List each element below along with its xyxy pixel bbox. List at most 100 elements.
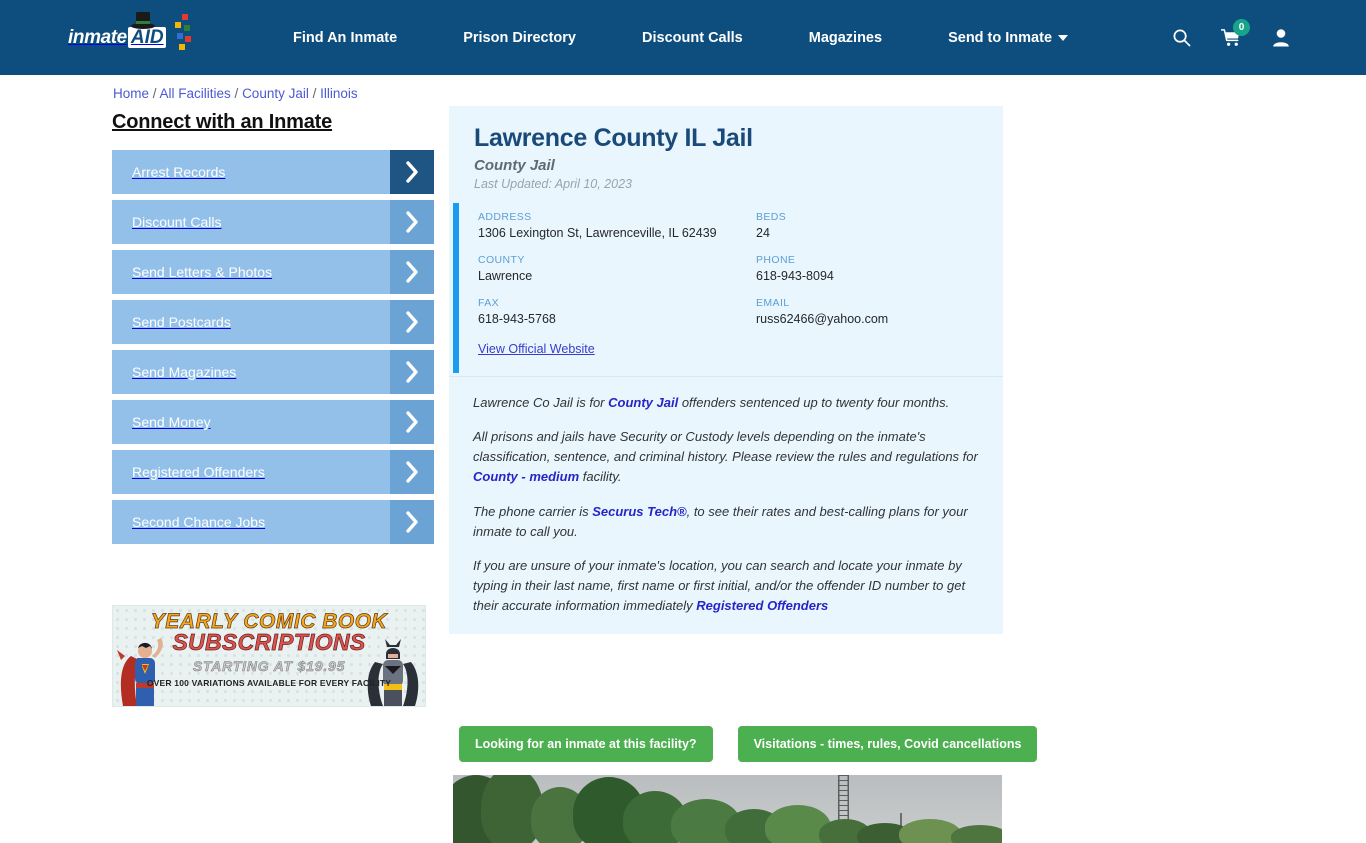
sidebar-item-label: Second Chance Jobs	[132, 514, 266, 530]
nav-item-magazines[interactable]: Magazines	[776, 30, 915, 46]
last-updated-text: Last Updated: April 10, 2023	[474, 177, 632, 191]
facility-field-fax: FAX 618-943-5768	[478, 297, 756, 326]
field-value: 24	[756, 226, 770, 240]
desc-link-registered-offenders[interactable]: Registered Offenders	[696, 598, 828, 613]
account-button[interactable]	[1256, 18, 1306, 58]
facility-action-buttons: Looking for an inmate at this facility? …	[459, 726, 1038, 762]
chevron-right-icon	[390, 400, 434, 444]
chevron-right-icon	[390, 200, 434, 244]
desc-text: offenders sentenced up to twenty four mo…	[678, 395, 950, 410]
field-value: russ62466@yahoo.com	[756, 312, 889, 326]
sidebar-item-discount-calls[interactable]: Discount Calls	[112, 200, 434, 244]
breadcrumb-item-all-facilities[interactable]: All Facilities	[160, 86, 231, 101]
breadcrumb-item-home[interactable]: Home	[113, 86, 149, 101]
field-label: EMAIL	[756, 297, 790, 309]
facility-header: Lawrence County IL Jail County Jail Last…	[449, 106, 1003, 203]
ad-note: OVER 100 VARIATIONS AVAILABLE FOR EVERY …	[146, 678, 392, 688]
chevron-right-icon	[390, 450, 434, 494]
facility-field-county: COUNTY Lawrence	[478, 254, 756, 283]
sidebar-item-send-magazines[interactable]: Send Magazines	[112, 350, 434, 394]
top-hat-icon	[131, 11, 155, 29]
view-official-website-link[interactable]: View Official Website	[449, 342, 595, 356]
facility-info-section: ADDRESS 1306 Lexington St, Lawrenceville…	[449, 203, 1003, 376]
sidebar-item-label: Send Postcards	[132, 314, 231, 330]
breadcrumb-separator: /	[149, 86, 160, 101]
sidebar-item-send-money[interactable]: Send Money	[112, 400, 434, 444]
visitation-info-button[interactable]: Visitations - times, rules, Covid cancel…	[737, 726, 1038, 762]
inmate-search-button[interactable]: Looking for an inmate at this facility?	[459, 726, 713, 762]
cart-count-badge: 0	[1233, 18, 1250, 36]
cart-button[interactable]: 0	[1206, 18, 1256, 58]
chevron-down-icon	[1058, 34, 1069, 41]
chevron-right-icon	[390, 350, 434, 394]
site-header: inmate AID Find An Inmate Prison Directo…	[0, 0, 1366, 75]
field-label: BEDS	[756, 211, 787, 223]
sidebar-item-send-letters-photos[interactable]: Send Letters & Photos	[112, 250, 434, 294]
facility-field-email: EMAIL russ62466@yahoo.com	[756, 297, 1003, 326]
sidebar-item-label: Arrest Records	[132, 164, 226, 180]
description-paragraph-3: The phone carrier is Securus Tech®, to s…	[473, 502, 981, 542]
sidebar-item-second-chance-jobs[interactable]: Second Chance Jobs	[112, 500, 434, 544]
tree	[951, 825, 1002, 843]
description-paragraph-4: If you are unsure of your inmate's locat…	[473, 556, 981, 616]
facility-field-phone: PHONE 618-943-8094	[756, 254, 1003, 283]
facility-info-grid: ADDRESS 1306 Lexington St, Lawrenceville…	[449, 211, 1003, 326]
facility-field-beds: BEDS 24	[756, 211, 1003, 240]
breadcrumb-separator: /	[230, 86, 243, 101]
field-value: Lawrence	[478, 269, 533, 283]
field-label: ADDRESS	[478, 211, 532, 223]
facility-type: County Jail	[474, 157, 555, 174]
accent-bar	[453, 203, 459, 373]
desc-link-securus-tech[interactable]: Securus Tech®	[592, 504, 686, 519]
sidebar-item-label: Send Letters & Photos	[132, 264, 273, 280]
sidebar: Connect with an Inmate Arrest Records Di…	[112, 111, 434, 550]
page-title: Lawrence County IL Jail	[474, 124, 753, 152]
sidebar-item-label: Send Money	[132, 414, 211, 430]
nav-item-send-to-inmate-label: Send to Inmate	[948, 29, 1053, 46]
description-paragraph-2: All prisons and jails have Security or C…	[473, 427, 981, 487]
facility-description: Lawrence Co Jail is for County Jail offe…	[449, 377, 1003, 634]
user-icon	[1273, 29, 1289, 47]
breadcrumb-item-county-jail[interactable]: County Jail	[242, 86, 309, 101]
ad-subtitle: SUBSCRIPTIONS	[172, 629, 366, 655]
logo-wordmark: inmate	[68, 27, 127, 48]
facility-photo	[453, 775, 1002, 843]
site-logo[interactable]: inmate AID	[68, 11, 193, 59]
search-icon	[1173, 29, 1190, 47]
chevron-right-icon	[390, 500, 434, 544]
field-label: PHONE	[756, 254, 796, 266]
sidebar-item-registered-offenders[interactable]: Registered Offenders	[112, 450, 434, 494]
breadcrumb: Home / All Facilities / County Jail / Il…	[113, 86, 358, 101]
description-paragraph-1: Lawrence Co Jail is for County Jail offe…	[473, 393, 981, 413]
nav-item-discount-calls[interactable]: Discount Calls	[609, 30, 776, 46]
chevron-right-icon	[390, 300, 434, 344]
main-navigation: Find An Inmate Prison Directory Discount…	[293, 30, 1101, 46]
field-value: 618-943-8094	[756, 269, 834, 283]
desc-text: The phone carrier is	[473, 503, 593, 519]
nav-item-prison-directory[interactable]: Prison Directory	[430, 30, 609, 46]
desc-link-county-jail[interactable]: County Jail	[608, 395, 678, 410]
desc-text: facility.	[579, 469, 622, 485]
sidebar-item-label: Discount Calls	[132, 214, 222, 230]
desc-text: Lawrence Co Jail is for	[473, 395, 609, 410]
ad-price-line: STARTING AT $19.95	[192, 658, 346, 675]
comic-book-subscription-ad[interactable]: YEARLY COMIC BOOK SUBSCRIPTIONS STARTING…	[112, 605, 426, 707]
logo-badge: AID	[127, 27, 166, 48]
desc-text: All prisons and jails have Security or C…	[473, 429, 978, 465]
facility-card: Lawrence County IL Jail County Jail Last…	[449, 106, 1003, 635]
sidebar-title: Connect with an Inmate	[112, 111, 333, 133]
nav-item-send-to-inmate[interactable]: Send to Inmate	[915, 30, 1101, 46]
header-actions: 0	[1156, 18, 1306, 58]
sidebar-item-label: Send Magazines	[132, 364, 237, 380]
search-button[interactable]	[1156, 18, 1206, 58]
field-label: COUNTY	[478, 254, 525, 266]
breadcrumb-item-illinois[interactable]: Illinois	[320, 86, 358, 101]
field-value: 1306 Lexington St, Lawrenceville, IL 624…	[478, 226, 717, 240]
sidebar-item-arrest-records[interactable]: Arrest Records	[112, 150, 434, 194]
nav-item-find-an-inmate[interactable]: Find An Inmate	[293, 30, 430, 46]
sidebar-item-send-postcards[interactable]: Send Postcards	[112, 300, 434, 344]
field-label: FAX	[478, 297, 500, 309]
chevron-right-icon	[390, 250, 434, 294]
chevron-right-icon	[390, 150, 434, 194]
desc-link-county-medium[interactable]: County - medium	[473, 469, 579, 484]
